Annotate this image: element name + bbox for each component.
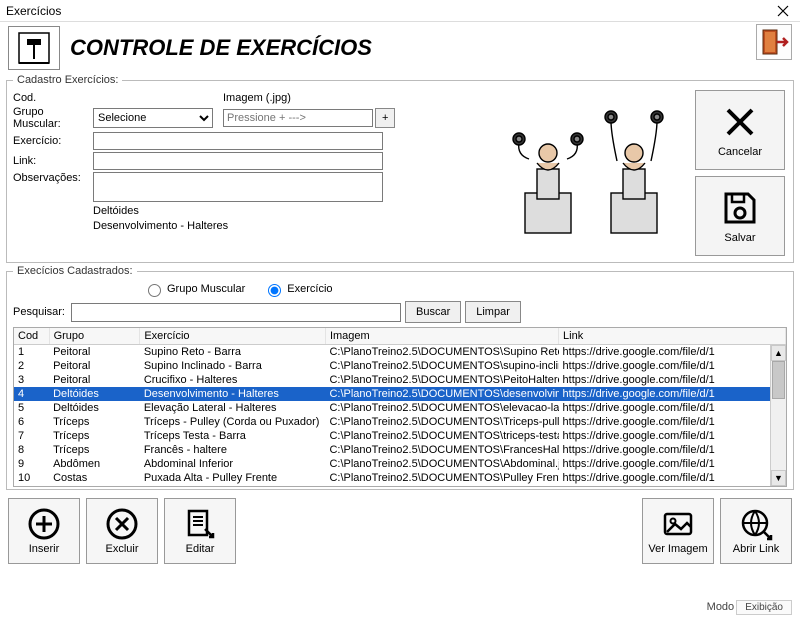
buscar-button[interactable]: Buscar [405,301,461,323]
vertical-scrollbar[interactable]: ▲ ▼ [770,345,786,486]
table-row[interactable]: 7TrícepsTríceps Testa - BarraC:\PlanoTre… [14,429,786,443]
cancelar-button[interactable]: Cancelar [695,90,785,170]
grupo-label: Grupo Muscular: [13,106,93,130]
cancel-x-icon [720,102,760,142]
status-modo-label: Modo [707,601,735,613]
exercise-machine-icon [13,29,55,67]
table-row[interactable]: 6TrícepsTríceps - Pulley (Corda ou Puxad… [14,415,786,429]
shoulder-press-illustration-icon [507,103,685,243]
inserir-button[interactable]: Inserir [8,498,80,564]
exit-button[interactable] [756,24,792,60]
filter-exercicio-radio[interactable]: Exercício [263,281,332,297]
exercicio-label: Exercício: [13,135,93,147]
door-exit-icon [759,27,789,57]
abrir-link-label: Abrir Link [733,543,779,555]
col-grupo[interactable]: Grupo [49,328,140,345]
col-exercicio[interactable]: Exercício [140,328,326,345]
bottom-toolbar: Inserir Excluir Editar Ver Imagem Abrir … [0,492,800,570]
cod-label: Cod. [13,92,93,104]
col-imagem[interactable]: Imagem [325,328,558,345]
excluir-label: Excluir [105,543,138,555]
lista-group: Execícios Cadastrados: Grupo Muscular Ex… [6,265,794,490]
scroll-up-arrow-icon[interactable]: ▲ [771,345,786,361]
header: CONTROLE DE EXERCÍCIOS [0,22,800,72]
close-icon [777,5,789,17]
table-row[interactable]: 11CostasRemada - MáquinaC:\PlanoTreino2.… [14,485,786,487]
image-preview-panel [501,90,691,256]
save-floppy-icon [720,188,760,228]
table-row[interactable]: 2PeitoralSupino Inclinado - BarraC:\Plan… [14,359,786,373]
table-row[interactable]: 3PeitoralCrucifixo - HalteresC:\PlanoTre… [14,373,786,387]
window-close-button[interactable] [772,1,794,21]
imagem-input[interactable] [223,109,373,127]
form-fields: Cod. Imagem (.jpg) Grupo Muscular: Selec… [13,90,501,256]
search-row: Pesquisar: Buscar Limpar [13,299,787,327]
edit-document-icon [183,507,217,541]
scroll-thumb[interactable] [772,361,785,399]
exercises-grid[interactable]: Cod Grupo Exercício Imagem Link 1Peitora… [14,328,786,487]
scroll-down-arrow-icon[interactable]: ▼ [771,470,786,486]
obs-input[interactable] [93,172,383,202]
globe-arrow-icon [739,507,773,541]
col-link[interactable]: Link [559,328,786,345]
page-title: CONTROLE DE EXERCÍCIOS [70,35,372,61]
cadastro-group: Cadastro Exercícios: Cod. Imagem (.jpg) … [6,74,794,263]
preview-group-text: Deltóides [93,204,501,219]
scroll-track[interactable] [771,361,786,470]
table-row[interactable]: 9AbdômenAbdominal InferiorC:\PlanoTreino… [14,457,786,471]
search-input[interactable] [71,303,401,322]
imagem-label: Imagem (.jpg) [223,92,293,104]
table-row[interactable]: 1PeitoralSupino Reto - BarraC:\PlanoTrei… [14,345,786,360]
search-label: Pesquisar: [13,306,67,318]
salvar-label: Salvar [724,232,755,244]
status-exibicao-tab[interactable]: Exibição [736,600,792,615]
status-bar: Modo Exibição [707,597,800,617]
window-title: Exercícios [6,4,772,18]
exercicio-input[interactable] [93,132,383,150]
grid-container: Cod Grupo Exercício Imagem Link 1Peitora… [13,327,787,487]
editar-button[interactable]: Editar [164,498,236,564]
editar-label: Editar [186,543,215,555]
col-cod[interactable]: Cod [14,328,49,345]
limpar-button[interactable]: Limpar [465,301,521,323]
abrir-link-button[interactable]: Abrir Link [720,498,792,564]
cadastro-legend: Cadastro Exercícios: [13,74,122,86]
link-label: Link: [13,155,93,167]
insert-plus-circle-icon [27,507,61,541]
side-action-buttons: Cancelar Salvar [691,90,787,256]
ver-imagem-button[interactable]: Ver Imagem [642,498,714,564]
cancelar-label: Cancelar [718,146,762,158]
table-row[interactable]: 4DeltóidesDesenvolvimento - HalteresC:\P… [14,387,786,401]
filter-grupo-radio[interactable]: Grupo Muscular [143,281,245,297]
grupo-select[interactable]: Selecione [93,108,213,128]
ver-imagem-label: Ver Imagem [648,543,707,555]
filter-radio-row: Grupo Muscular Exercício [13,281,787,299]
preview-exercise-text: Desenvolvimento - Halteres [93,219,501,234]
inserir-label: Inserir [29,543,60,555]
obs-label: Observações: [13,172,93,184]
table-row[interactable]: 8TrícepsFrancês - haltereC:\PlanoTreino2… [14,443,786,457]
link-input[interactable] [93,152,383,170]
salvar-button[interactable]: Salvar [695,176,785,256]
image-icon [661,507,695,541]
lista-legend: Execícios Cadastrados: [13,265,137,277]
table-row[interactable]: 10CostasPuxada Alta - Pulley FrenteC:\Pl… [14,471,786,485]
add-image-button[interactable]: + [375,108,395,128]
delete-x-circle-icon [105,507,139,541]
title-bar: Exercícios [0,0,800,22]
excluir-button[interactable]: Excluir [86,498,158,564]
table-row[interactable]: 5DeltóidesElevação Lateral - HalteresC:\… [14,401,786,415]
app-logo [8,26,60,70]
exercise-image-preview [506,98,686,248]
